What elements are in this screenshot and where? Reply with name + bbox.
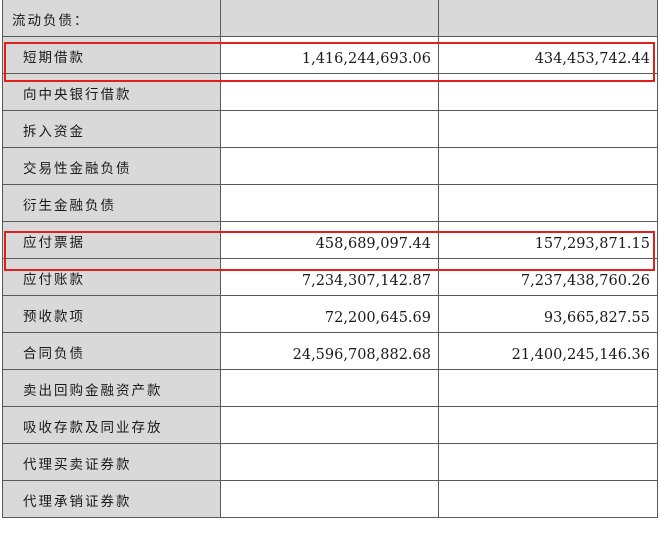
row-label: 向中央银行借款 bbox=[2, 73, 221, 111]
current-period-value: 24,596,708,882.68 bbox=[220, 332, 439, 370]
current-period-value: 1,416,244,693.06 bbox=[220, 36, 439, 74]
table-row-short-term-borrowings: 短期借款 1,416,244,693.06 434,453,742.44 bbox=[2, 36, 658, 74]
previous-period-value bbox=[438, 73, 658, 111]
table-row-securities-underwriting: 代理承销证券款 bbox=[2, 480, 658, 518]
table-row-current-liabilities-header: 流动负债： bbox=[2, 0, 658, 37]
current-period-value bbox=[220, 369, 439, 407]
previous-period-value bbox=[438, 443, 658, 481]
row-label: 卖出回购金融资产款 bbox=[2, 369, 221, 407]
table-row-trading-financial-liabilities: 交易性金融负债 bbox=[2, 147, 658, 185]
table-row-placements-from-banks: 拆入资金 bbox=[2, 110, 658, 148]
table-row-central-bank-borrowings: 向中央银行借款 bbox=[2, 73, 658, 111]
previous-period-value bbox=[438, 369, 658, 407]
row-label: 代理买卖证券款 bbox=[2, 443, 221, 481]
previous-period-value bbox=[438, 147, 658, 185]
current-period-value bbox=[220, 0, 439, 37]
table-row-repurchase-agreements: 卖出回购金融资产款 bbox=[2, 369, 658, 407]
current-period-value bbox=[220, 406, 439, 444]
row-label: 合同负债 bbox=[2, 332, 221, 370]
row-label: 拆入资金 bbox=[2, 110, 221, 148]
row-label: 应付票据 bbox=[2, 221, 221, 259]
current-period-value bbox=[220, 184, 439, 222]
row-label: 吸收存款及同业存放 bbox=[2, 406, 221, 444]
current-period-value bbox=[220, 443, 439, 481]
current-period-value: 458,689,097.44 bbox=[220, 221, 439, 259]
current-period-value: 72,200,645.69 bbox=[220, 295, 439, 333]
previous-period-value bbox=[438, 184, 658, 222]
table-row-notes-payable: 应付票据 458,689,097.44 157,293,871.15 bbox=[2, 221, 658, 259]
current-period-value bbox=[220, 147, 439, 185]
table-row-deposits-and-interbank: 吸收存款及同业存放 bbox=[2, 406, 658, 444]
row-label: 代理承销证券款 bbox=[2, 480, 221, 518]
row-label: 流动负债： bbox=[2, 0, 221, 37]
table-row-advance-receipts: 预收款项 72,200,645.69 93,665,827.55 bbox=[2, 295, 658, 333]
row-label: 应付账款 bbox=[2, 258, 221, 296]
balance-sheet-table: 流动负债： 短期借款 1,416,244,693.06 434,453,742.… bbox=[2, 0, 658, 518]
previous-period-value bbox=[438, 480, 658, 518]
previous-period-value: 434,453,742.44 bbox=[438, 36, 658, 74]
previous-period-value bbox=[438, 110, 658, 148]
previous-period-value: 21,400,245,146.36 bbox=[438, 332, 658, 370]
previous-period-value: 7,237,438,760.26 bbox=[438, 258, 658, 296]
row-label: 短期借款 bbox=[2, 36, 221, 74]
current-period-value: 7,234,307,142.87 bbox=[220, 258, 439, 296]
current-period-value bbox=[220, 110, 439, 148]
table-row-securities-brokerage: 代理买卖证券款 bbox=[2, 443, 658, 481]
previous-period-value bbox=[438, 406, 658, 444]
current-period-value bbox=[220, 73, 439, 111]
table-row-accounts-payable: 应付账款 7,234,307,142.87 7,237,438,760.26 bbox=[2, 258, 658, 296]
current-period-value bbox=[220, 480, 439, 518]
previous-period-value bbox=[438, 0, 658, 37]
row-label: 交易性金融负债 bbox=[2, 147, 221, 185]
previous-period-value: 93,665,827.55 bbox=[438, 295, 658, 333]
table-row-contract-liabilities: 合同负债 24,596,708,882.68 21,400,245,146.36 bbox=[2, 332, 658, 370]
table-row-derivative-financial-liabilities: 衍生金融负债 bbox=[2, 184, 658, 222]
previous-period-value: 157,293,871.15 bbox=[438, 221, 658, 259]
row-label: 衍生金融负债 bbox=[2, 184, 221, 222]
row-label: 预收款项 bbox=[2, 295, 221, 333]
